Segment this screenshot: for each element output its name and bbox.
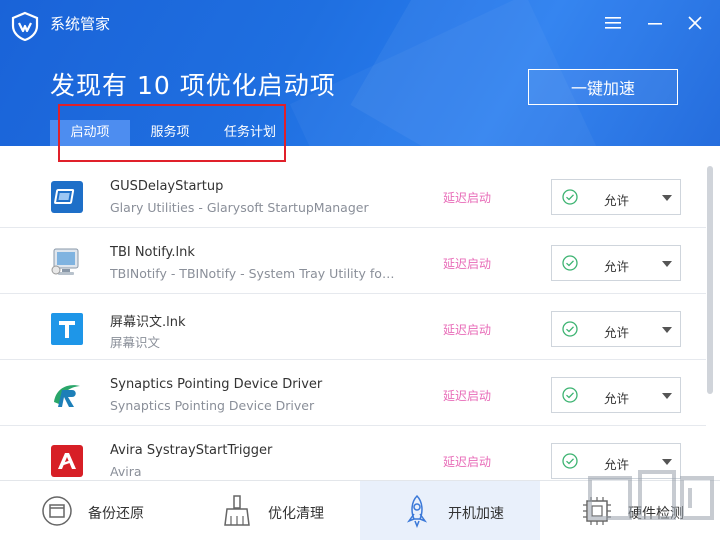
delay-start-link[interactable]: 延迟启动 xyxy=(443,453,491,470)
app-title: 系统管家 xyxy=(50,15,111,33)
delay-start-link[interactable]: 延迟启动 xyxy=(443,189,491,206)
chevron-down-icon xyxy=(662,195,672,201)
item-description: Glary Utilities - Glarysoft StartupManag… xyxy=(110,200,369,215)
list-item: 屏幕识文.lnk 屏幕识文 延迟启动 允许 xyxy=(0,294,706,360)
delay-start-link[interactable]: 延迟启动 xyxy=(443,255,491,272)
list-item: TBI Notify.lnk TBINotify - TBINotify - S… xyxy=(0,228,706,294)
startup-list: GUSDelayStartup Glary Utilities - Glarys… xyxy=(0,162,720,480)
broom-icon xyxy=(224,495,250,526)
item-name: GUSDelayStartup xyxy=(110,179,224,194)
one-click-boost-button[interactable]: 一键加速 xyxy=(528,69,678,105)
tbi-notify-icon xyxy=(51,248,79,275)
app-logo-icon xyxy=(11,11,39,41)
item-name: 屏幕识文.lnk xyxy=(110,315,186,330)
item-description: Synaptics Pointing Device Driver xyxy=(110,398,315,413)
check-circle-icon xyxy=(562,255,578,271)
delay-start-link[interactable]: 延迟启动 xyxy=(443,321,491,338)
list-item: Synaptics Pointing Device Driver Synapti… xyxy=(0,360,706,426)
nav-label: 优化清理 xyxy=(268,506,324,522)
nav-label: 备份还原 xyxy=(88,506,144,522)
nav-boot-boost[interactable]: 开机加速 xyxy=(360,481,540,540)
check-circle-icon xyxy=(562,321,578,337)
synaptics-icon xyxy=(54,385,80,407)
item-description: 屏幕识文 xyxy=(110,335,161,350)
status-dropdown[interactable]: 允许 xyxy=(551,311,681,347)
watermark-logo xyxy=(588,470,714,520)
chevron-down-icon xyxy=(662,261,672,267)
minimize-icon xyxy=(648,23,662,25)
hamburger-icon xyxy=(605,17,621,29)
list-item: GUSDelayStartup Glary Utilities - Glarys… xyxy=(0,162,706,228)
item-description: TBINotify - TBINotify - System Tray Util… xyxy=(110,266,395,281)
status-dropdown[interactable]: 允许 xyxy=(551,377,681,413)
avira-icon xyxy=(51,445,83,477)
minimize-button[interactable] xyxy=(640,8,670,38)
check-circle-icon xyxy=(562,387,578,403)
chevron-down-icon xyxy=(662,393,672,399)
backup-restore-icon xyxy=(42,496,72,526)
status-dropdown[interactable]: 允许 xyxy=(551,179,681,215)
status-value: 允许 xyxy=(604,259,630,274)
item-name: Avira SystrayStartTrigger xyxy=(110,443,273,458)
nav-backup-restore[interactable]: 备份还原 xyxy=(0,481,180,540)
status-dropdown[interactable]: 允许 xyxy=(551,245,681,281)
screen-ocr-icon xyxy=(51,313,83,345)
chevron-down-icon xyxy=(662,327,672,333)
check-circle-icon xyxy=(562,453,578,469)
gusdelay-icon xyxy=(51,181,83,213)
check-circle-icon xyxy=(562,189,578,205)
nav-optimize-clean[interactable]: 优化清理 xyxy=(180,481,360,540)
item-name: Synaptics Pointing Device Driver xyxy=(110,377,323,392)
list-scrollbar[interactable] xyxy=(707,166,713,394)
item-description: Avira xyxy=(110,464,142,479)
menu-button[interactable] xyxy=(598,8,628,38)
status-value: 允许 xyxy=(604,391,630,406)
status-value: 允许 xyxy=(604,193,630,208)
status-value: 允许 xyxy=(604,325,630,340)
page-title: 发现有 10 项优化启动项 xyxy=(50,71,336,100)
nav-label: 开机加速 xyxy=(448,506,504,522)
close-icon xyxy=(688,16,702,30)
delay-start-link[interactable]: 延迟启动 xyxy=(443,387,491,404)
close-button[interactable] xyxy=(680,8,710,38)
rocket-icon xyxy=(406,494,428,528)
item-name: TBI Notify.lnk xyxy=(110,245,195,260)
annotation-highlight-box xyxy=(58,104,286,162)
